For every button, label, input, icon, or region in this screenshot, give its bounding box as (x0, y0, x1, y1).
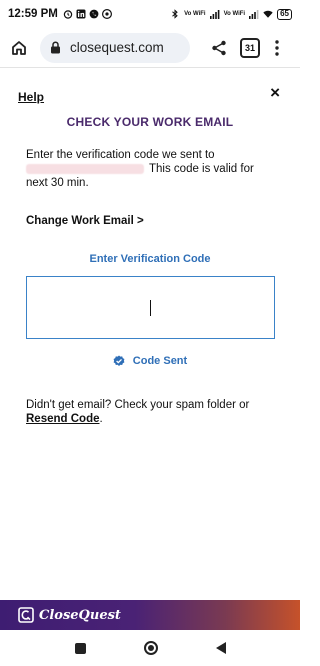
network-label-1: Vo WiFi (184, 11, 206, 17)
verification-dialog: Help × CHECK YOUR WORK EMAIL Enter the v… (0, 69, 300, 600)
text-cursor (149, 299, 152, 316)
chrome-icon (101, 9, 112, 19)
closequest-logo-icon (18, 607, 34, 623)
page-title: CHECK YOUR WORK EMAIL (66, 115, 234, 129)
help-link[interactable]: Help (18, 90, 44, 104)
bluetooth-icon (170, 9, 180, 19)
battery-indicator: 65 (277, 8, 292, 20)
back-icon[interactable] (215, 642, 226, 654)
url-text: closequest.com (70, 40, 164, 55)
share-icon[interactable] (208, 37, 230, 59)
more-options-icon[interactable] (270, 37, 284, 59)
lock-icon (50, 41, 62, 55)
alarm-icon (63, 9, 73, 19)
instructions-text: Enter the verification code we sent to T… (26, 148, 278, 190)
status-right: Vo WiFi Vo WiFi 65 (170, 8, 292, 20)
change-work-email-link[interactable]: Change Work Email > (26, 215, 144, 227)
resend-code-link[interactable]: Resend Code (26, 413, 100, 425)
home-icon[interactable] (8, 37, 30, 59)
code-sent-label: Code Sent (132, 355, 188, 367)
address-bar[interactable]: closequest.com (40, 32, 190, 63)
home-nav-icon[interactable] (143, 641, 158, 655)
brand-name: CloseQuest (39, 607, 121, 623)
verification-code-label: Enter Verification Code (89, 253, 211, 265)
linkedin-icon (76, 9, 86, 19)
instructions-part-1: Enter the verification code we sent to (26, 149, 215, 161)
network-label-2: Vo WiFi (223, 11, 246, 17)
close-icon[interactable]: × (270, 83, 280, 103)
verified-check-icon (113, 355, 125, 367)
status-time: 12:59 PM (8, 8, 58, 20)
code-sent-status: Code Sent (0, 355, 300, 367)
signal-icon-1 (209, 9, 220, 19)
signal-icon-2 (249, 9, 259, 19)
recents-icon[interactable] (74, 642, 86, 654)
system-nav-bar (0, 630, 300, 666)
tab-switcher-button[interactable]: 31 (240, 37, 260, 58)
resend-suffix: . (99, 413, 103, 425)
spam-note: Didn't get email? Check your spam folder… (26, 398, 278, 426)
browser-toolbar: closequest.com 31 (0, 28, 300, 68)
home-nav-dot (147, 645, 154, 651)
status-bar: 12:59 PM Vo WiFi Vo WiFi 65 (0, 0, 300, 28)
redacted-email (26, 163, 144, 174)
whatsapp-icon (89, 9, 99, 19)
verification-code-input[interactable] (26, 276, 275, 339)
wifi-icon (263, 9, 273, 19)
spam-note-text: Didn't get email? Check your spam folder… (26, 399, 250, 411)
notification-icons (63, 9, 112, 19)
brand-footer: CloseQuest (0, 600, 300, 630)
